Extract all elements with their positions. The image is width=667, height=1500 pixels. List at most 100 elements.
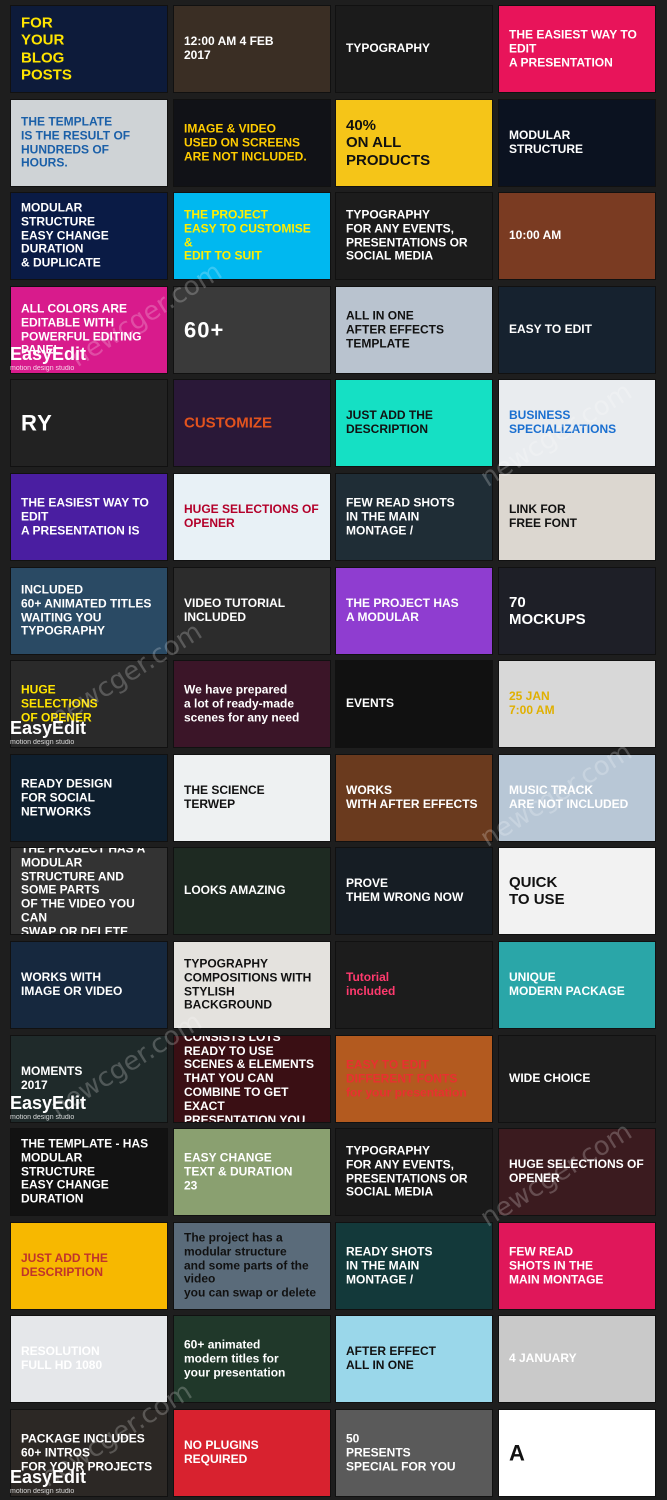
template-preview-tile[interactable]: THE TEMPLATE CONSISTS LOTS READY TO USE … (173, 1035, 331, 1123)
template-preview-tile[interactable]: 4 JANUARY (498, 1315, 656, 1403)
tile-caption: 60+ (184, 317, 225, 343)
template-preview-tile[interactable]: UNIQUE MODERN PACKAGE (498, 941, 656, 1029)
template-preview-tile[interactable]: THE PROJECT EASY TO CUSTOMISE & EDIT TO … (173, 192, 331, 280)
easyedit-brand: EasyEdit (10, 344, 87, 364)
template-preview-tile[interactable]: THE EASIEST WAY TO EDIT A PRESENTATION (498, 5, 656, 93)
template-preview-tile[interactable]: TYPOGRAPHY FOR ANY EVENTS, PRESENTATIONS… (335, 192, 493, 280)
template-preview-tile[interactable]: MODULAR STRUCTURE EASY CHANGE DURATION &… (10, 192, 168, 280)
template-preview-tile[interactable]: WORKS WITH IMAGE OR VIDEO (10, 941, 168, 1029)
tile-caption: 4 JANUARY (509, 1351, 577, 1366)
template-preview-tile[interactable]: FEW READ SHOTS IN THE MAIN MONTAGE / (335, 473, 493, 561)
template-preview-tile[interactable]: HUGE SELECTIONS OF OPENER (498, 1128, 656, 1216)
template-preview-tile[interactable]: QUICK TO USE (498, 847, 656, 935)
template-preview-tile[interactable]: THE EASIEST WAY TO EDIT A PRESENTATION I… (10, 473, 168, 561)
template-preview-tile[interactable]: HUGE SELECTIONS OF OPENER (173, 473, 331, 561)
template-preview-tile[interactable]: THE SCIENCE TERWEP (173, 754, 331, 842)
template-preview-tile[interactable]: THE TEMPLATE - HAS MODULAR STRUCTURE EAS… (10, 1128, 168, 1216)
tile-caption: READY SHOTS IN THE MAIN MONTAGE / (346, 1244, 433, 1286)
tile-caption: CUSTOMIZE (184, 414, 273, 432)
tile-caption: THE PROJECT EASY TO CUSTOMISE & EDIT TO … (184, 207, 311, 263)
template-preview-tile[interactable]: READY DESIGN FOR SOCIAL NETWORKS (10, 754, 168, 842)
template-preview-tile[interactable]: RESOLUTION FULL HD 1080 (10, 1315, 168, 1403)
template-preview-tile[interactable]: FEW READ SHOTS IN THE MAIN MONTAGE (498, 1222, 656, 1310)
template-preview-tile[interactable]: THE PROJECT HAS A MODULAR STRUCTURE AND … (10, 847, 168, 935)
tile-caption: 50 PRESENTS SPECIAL FOR YOU (346, 1431, 456, 1473)
template-preview-tile[interactable]: WIDE CHOICE (498, 1035, 656, 1123)
template-preview-tile[interactable]: FOR YOUR BLOG POSTS (10, 5, 168, 93)
template-preview-tile[interactable]: A (498, 1409, 656, 1497)
tile-caption: PROVE THEM WRONG NOW (346, 876, 464, 904)
template-preview-tile[interactable]: LINK FOR FREE FONT (498, 473, 656, 561)
template-preview-tile[interactable]: RY (10, 379, 168, 467)
template-preview-tile[interactable]: 60+ animated modern titles for your pres… (173, 1315, 331, 1403)
template-preview-tile[interactable]: IMAGE & VIDEO USED ON SCREENS ARE NOT IN… (173, 99, 331, 187)
template-preview-tile[interactable]: We have prepared a lot of ready-made sce… (173, 660, 331, 748)
tile-caption: TYPOGRAPHY COMPOSITIONS WITH STYLISH BAC… (184, 956, 312, 1012)
easyedit-subtitle: motion design studio (10, 365, 75, 372)
easyedit-logo: EasyEdit motion design studio (10, 718, 86, 746)
tile-caption: 40% ON ALL PRODUCTS (346, 117, 431, 169)
tile-caption: 60+ animated modern titles for your pres… (184, 1337, 286, 1379)
template-preview-tile[interactable]: MODULAR STRUCTURE (498, 99, 656, 187)
template-preview-tile[interactable]: 25 JAN 7:00 AM (498, 660, 656, 748)
tile-caption: WIDE CHOICE (509, 1071, 591, 1086)
template-preview-tile[interactable]: JUST ADD THE DESCRIPTION (10, 1222, 168, 1310)
easyedit-brand: EasyEdit (10, 718, 87, 738)
tile-caption: ALL IN ONE AFTER EFFECTS TEMPLATE (346, 308, 444, 350)
tile-caption: WORKS WITH AFTER EFFECTS (346, 783, 478, 811)
template-preview-tile[interactable]: THE PROJECT HAS A MODULAR (335, 567, 493, 655)
template-preview-tile[interactable]: PROVE THEM WRONG NOW (335, 847, 493, 935)
template-preview-tile[interactable]: EASY TO EDIT (498, 286, 656, 374)
tile-caption: TYPOGRAPHY FOR ANY EVENTS, PRESENTATIONS… (346, 207, 468, 263)
template-preview-tile[interactable]: MUSIC TRACK ARE NOT INCLUDED (498, 754, 656, 842)
tile-caption: WORKS WITH IMAGE OR VIDEO (21, 970, 123, 998)
template-preview-tile[interactable]: TYPOGRAPHY FOR ANY EVENTS, PRESENTATIONS… (335, 1128, 493, 1216)
template-preview-tile[interactable]: VIDEO TUTORIAL INCLUDED (173, 567, 331, 655)
tile-caption: UNIQUE MODERN PACKAGE (509, 970, 625, 998)
template-preview-tile[interactable]: AFTER EFFECT ALL IN ONE (335, 1315, 493, 1403)
template-preview-tile[interactable]: 10:00 AM (498, 192, 656, 280)
template-preview-tile[interactable]: READY SHOTS IN THE MAIN MONTAGE / (335, 1222, 493, 1310)
template-preview-tile[interactable]: LOOKS AMAZING (173, 847, 331, 935)
template-preview-tile[interactable]: The project has a modular structure and … (173, 1222, 331, 1310)
template-preview-tile[interactable]: 70 MOCKUPS (498, 567, 656, 655)
tile-caption: RESOLUTION FULL HD 1080 (21, 1344, 103, 1372)
tile-caption: 25 JAN 7:00 AM (509, 689, 555, 717)
template-preview-tile[interactable]: TYPOGRAPHY (335, 5, 493, 93)
tile-caption: 10:00 AM (509, 228, 562, 243)
template-preview-tile[interactable]: THE TEMPLATE IS THE RESULT OF HUNDREDS O… (10, 99, 168, 187)
template-preview-tile[interactable]: WORKS WITH AFTER EFFECTS (335, 754, 493, 842)
template-preview-tile[interactable]: EASY TO EDIT DIFFERENT FONTS for your pr… (335, 1035, 493, 1123)
template-preview-tile[interactable]: CUSTOMIZE (173, 379, 331, 467)
template-preview-tile[interactable]: NO PLUGINS REQUIRED (173, 1409, 331, 1497)
tile-caption: THE TEMPLATE - HAS MODULAR STRUCTURE EAS… (21, 1136, 149, 1206)
template-preview-tile[interactable]: 60+ (173, 286, 331, 374)
template-preview-tile[interactable]: 12:00 AM 4 FEB 2017 (173, 5, 331, 93)
template-preview-tile[interactable]: JUST ADD THE DESCRIPTION (335, 379, 493, 467)
tile-caption: FEW READ SHOTS IN THE MAIN MONTAGE (509, 1244, 604, 1286)
template-preview-tile[interactable]: 40% ON ALL PRODUCTS (335, 99, 493, 187)
tile-caption: JUST ADD THE DESCRIPTION (21, 1251, 108, 1279)
easyedit-brand: EasyEdit (10, 1467, 87, 1487)
tile-caption: THE EASIEST WAY TO EDIT A PRESENTATION (509, 27, 637, 69)
tile-caption: MUSIC TRACK ARE NOT INCLUDED (509, 783, 629, 811)
tile-caption: EASY TO EDIT (509, 322, 592, 337)
template-preview-tile[interactable]: BUSINESS SPECIALIZATIONS (498, 379, 656, 467)
tile-caption: EASY TO EDIT DIFFERENT FONTS for your pr… (346, 1057, 467, 1099)
tile-caption: Tutorial included (346, 970, 396, 998)
template-preview-tile[interactable]: Tutorial included (335, 941, 493, 1029)
tile-caption: LINK FOR FREE FONT (509, 502, 577, 530)
template-preview-tile[interactable]: ALL IN ONE AFTER EFFECTS TEMPLATE (335, 286, 493, 374)
template-preview-tile[interactable]: TYPOGRAPHY COMPOSITIONS WITH STYLISH BAC… (173, 941, 331, 1029)
tile-caption: FEW READ SHOTS IN THE MAIN MONTAGE / (346, 495, 455, 537)
tile-caption: THE SCIENCE TERWEP (184, 783, 265, 811)
template-preview-tile[interactable]: INCLUDED 60+ ANIMATED TITLES WAITING YOU… (10, 567, 168, 655)
easyedit-logo: EasyEdit motion design studio (10, 344, 86, 372)
tile-caption: LOOKS AMAZING (184, 883, 286, 898)
template-preview-tile[interactable]: EASY CHANGE TEXT & DURATION 23 (173, 1128, 331, 1216)
tile-caption: MODULAR STRUCTURE EASY CHANGE DURATION &… (21, 200, 109, 270)
tile-caption: VIDEO TUTORIAL INCLUDED (184, 596, 286, 624)
template-preview-tile[interactable]: 50 PRESENTS SPECIAL FOR YOU (335, 1409, 493, 1497)
tile-caption: BUSINESS SPECIALIZATIONS (509, 408, 617, 436)
template-preview-tile[interactable]: EVENTS (335, 660, 493, 748)
